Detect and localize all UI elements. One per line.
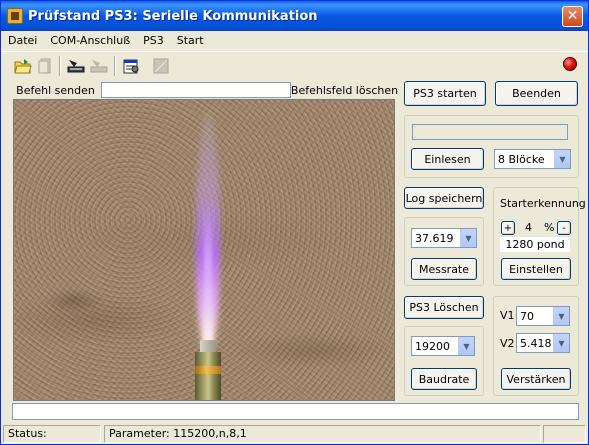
blocks-dropdown[interactable]: 8 Blöcke ▼ [494,149,571,169]
progress-bar [412,124,568,140]
status-params: Parameter: 115200,n,8,1 [104,425,541,443]
menu-ps3[interactable]: PS3 [143,34,164,47]
rocket-band [195,366,221,374]
status-extra [543,425,586,443]
percent-value: 4 [525,221,532,234]
menu-datei[interactable]: Datei [8,34,37,47]
ps3-clear-button[interactable]: PS3 Löschen [404,296,484,319]
status-label: Status: [3,425,101,443]
v1-label: V1 [500,309,515,322]
chevron-down-icon[interactable]: ▼ [460,229,476,247]
video-feed [13,99,395,401]
amplify-button[interactable]: Verstärken [501,368,571,390]
window-title: Prüfstand PS3: Serielle Kommunikation [28,8,318,24]
rocket-motor [195,352,221,400]
set-button[interactable]: Einstellen [501,258,571,280]
output-field[interactable] [12,403,579,420]
open-icon[interactable] [12,55,34,77]
ps3-start-button[interactable]: PS3 starten [404,81,486,106]
status-led [563,57,577,71]
baud-rate-button[interactable]: Baudrate [411,368,477,390]
log-save-button[interactable]: Log speichern [404,187,484,209]
chevron-down-icon[interactable]: ▼ [553,307,569,325]
plus-button[interactable]: + [501,221,515,235]
menu-start[interactable]: Start [177,34,204,47]
minus-button[interactable]: - [557,221,571,235]
properties-icon[interactable] [120,55,142,77]
v1-dropdown[interactable]: 70 ▼ [516,306,570,326]
starter-title: Starterkennung [500,197,586,210]
blocks-value: 8 Blöcke [498,152,545,166]
file-disabled-icon [34,55,56,77]
menu-bar: Datei COM-Anschluß PS3 Start [1,31,588,50]
quit-button[interactable]: Beenden [495,81,578,106]
v1-value: 70 [520,309,534,323]
rate-dropdown[interactable]: 37.619 ▼ [411,228,477,248]
chevron-down-icon[interactable]: ▼ [554,150,570,168]
menu-com-anschluss[interactable]: COM-Anschluß [50,34,130,47]
close-icon: ✕ [566,8,579,24]
chevron-down-icon[interactable]: ▼ [553,334,569,352]
baud-value: 19200 [415,339,450,353]
main-window: Prüfstand PS3: Serielle Kommunikation ✕ … [0,0,589,445]
rate-value: 37.619 [415,231,454,245]
title-bar[interactable]: Prüfstand PS3: Serielle Kommunikation ✕ [1,1,588,31]
toolbar [1,51,588,78]
baud-dropdown[interactable]: 19200 ▼ [411,336,475,356]
command-input[interactable] [101,82,291,98]
measure-rate-button[interactable]: Messrate [411,258,477,280]
scanner-disabled-icon [88,55,110,77]
v2-value: 5.418 [520,336,552,350]
status-bar: Status: Parameter: 115200,n,8,1 [1,424,588,444]
close-button[interactable]: ✕ [562,6,583,27]
stop-disabled-icon [150,55,172,77]
plume-core [204,200,212,350]
app-icon [7,8,23,24]
pond-value: 1280 pond [500,237,570,252]
clear-command-button[interactable]: Befehlsfeld löschen [291,82,398,98]
chevron-down-icon[interactable]: ▼ [458,337,474,355]
scanner-icon[interactable] [65,55,87,77]
v2-dropdown[interactable]: 5.418 ▼ [516,333,570,353]
read-in-button[interactable]: Einlesen [411,148,484,170]
send-command-button[interactable]: Befehl senden [13,82,98,98]
percent-unit: % [544,221,555,234]
v2-label: V2 [500,337,515,350]
